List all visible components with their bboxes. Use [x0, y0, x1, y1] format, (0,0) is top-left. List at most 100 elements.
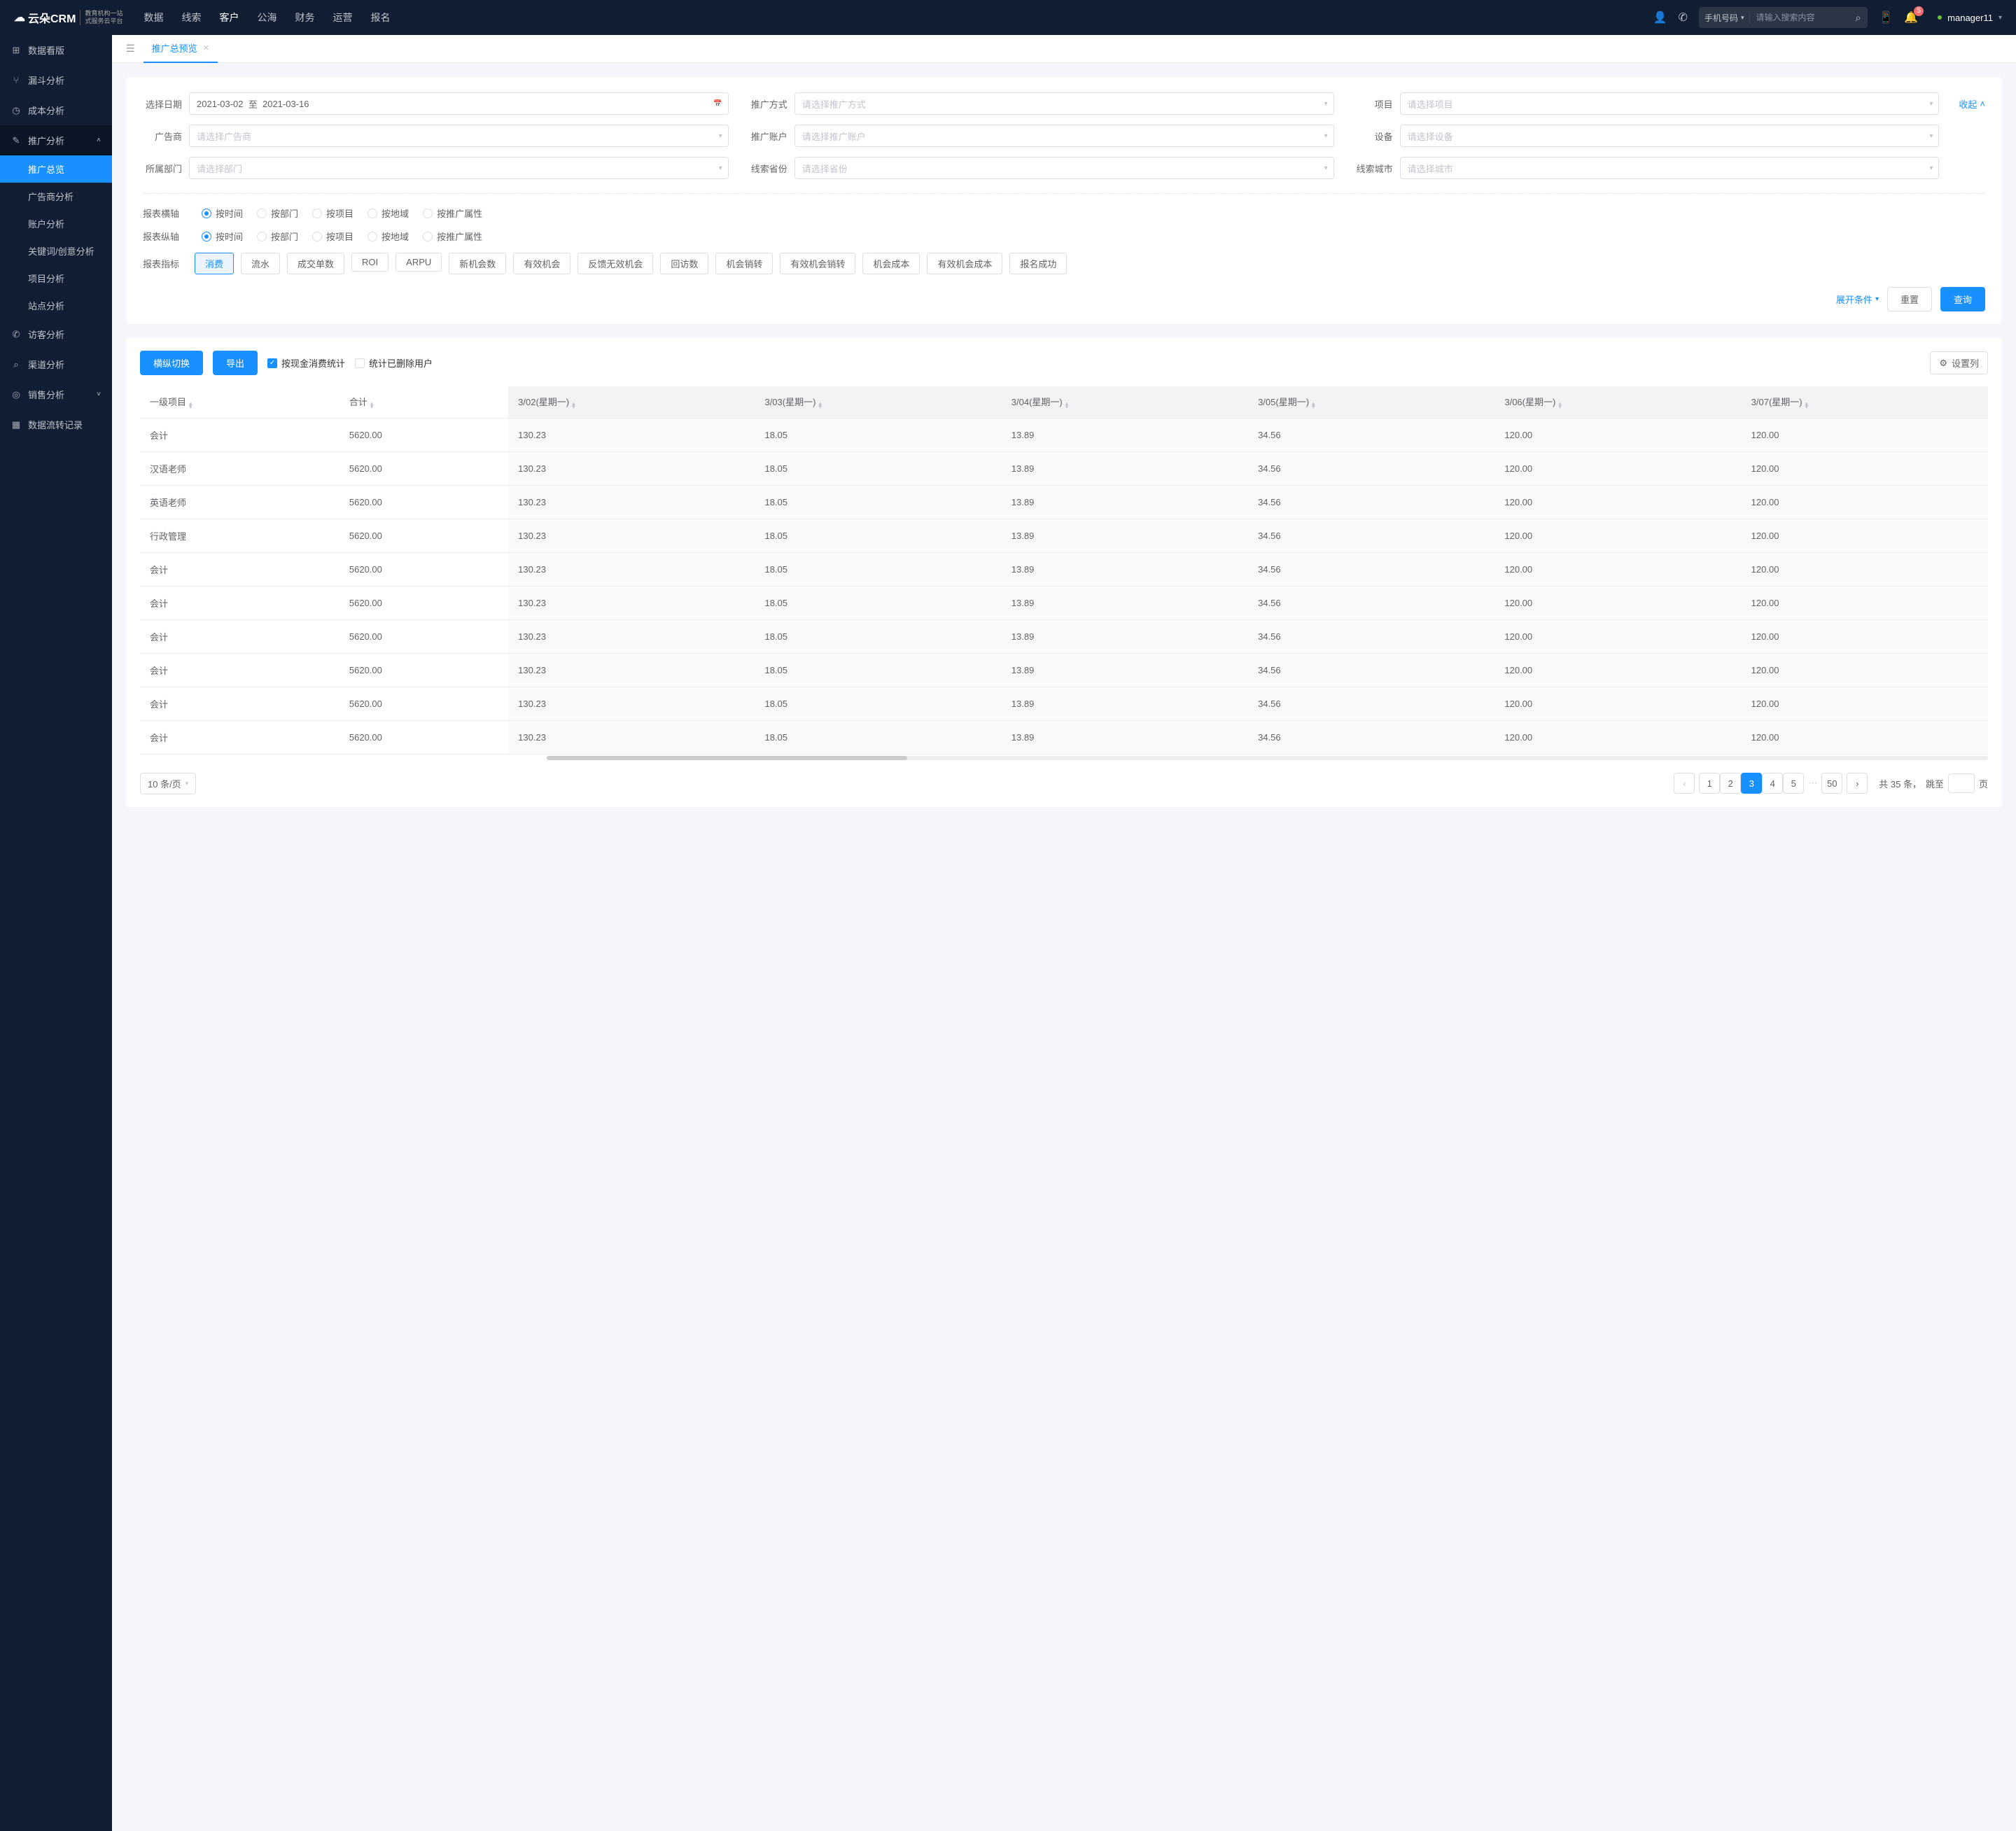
metric-tag[interactable]: 报名成功	[1009, 253, 1067, 274]
metric-tag[interactable]: 回访数	[660, 253, 708, 274]
table-header[interactable]: 一级项目▴▾	[140, 386, 340, 418]
sidebar-item[interactable]: ✎推广分析˄	[0, 125, 112, 155]
sidebar-item[interactable]: ⑂漏斗分析	[0, 65, 112, 95]
bell-icon[interactable]: 🔔5	[1904, 10, 1918, 24]
radio-option[interactable]: 按地域	[368, 206, 409, 220]
topnav-item[interactable]: 财务	[295, 10, 314, 24]
page-button[interactable]: 4	[1762, 773, 1783, 794]
sidebar-item-icon: ⌕	[11, 359, 21, 370]
table-header[interactable]: 3/04(星期一)▴▾	[1002, 386, 1248, 418]
search-icon[interactable]: ⌕	[1848, 12, 1868, 24]
radio-option[interactable]: 按推广属性	[423, 206, 482, 220]
page-button[interactable]: 2	[1720, 773, 1741, 794]
account-select[interactable]: 请选择推广账户▾	[794, 125, 1334, 147]
search-input[interactable]	[1750, 13, 1848, 22]
sidebar-item[interactable]: ▦数据流转记录	[0, 409, 112, 440]
sidebar-item[interactable]: ◎销售分析˅	[0, 379, 112, 409]
page-jump-input[interactable]	[1948, 773, 1975, 793]
table-cell: 5620.00	[340, 720, 508, 754]
table-cell: 34.56	[1248, 720, 1494, 754]
set-columns-button[interactable]: ⚙设置列	[1930, 351, 1988, 374]
radio-option[interactable]: 按推广属性	[423, 230, 482, 243]
collapse-link[interactable]: 收起 ˄	[1959, 97, 1985, 111]
deleted-checkbox[interactable]: 统计已删除用户	[355, 356, 433, 370]
page-last-button[interactable]: 50	[1821, 773, 1842, 794]
page-size-select[interactable]: 10 条/页▾	[140, 773, 196, 794]
reset-button[interactable]: 重置	[1887, 287, 1932, 311]
phone-icon[interactable]: ✆	[1679, 10, 1688, 24]
export-button[interactable]: 导出	[213, 351, 258, 375]
cash-checkbox[interactable]: ✓按现金消费统计	[267, 356, 345, 370]
metric-tag[interactable]: 消费	[195, 253, 234, 274]
page-button[interactable]: 5	[1783, 773, 1804, 794]
metric-tag[interactable]: 有效机会	[513, 253, 570, 274]
logo[interactable]: ☁ 云朵CRM 教育机构一站式服务云平台	[14, 9, 122, 26]
page-button[interactable]: 3	[1741, 773, 1762, 794]
table-row: 会计5620.00130.2318.0513.8934.56120.00120.…	[140, 586, 1988, 619]
expand-conditions-link[interactable]: 展开条件 ▾	[1836, 293, 1879, 306]
metric-tag[interactable]: 反馈无效机会	[578, 253, 653, 274]
table-header[interactable]: 3/05(星期一)▴▾	[1248, 386, 1494, 418]
hamburger-icon[interactable]: ☰	[118, 43, 144, 55]
topnav-item[interactable]: 报名	[370, 10, 390, 24]
switch-axis-button[interactable]: 横纵切换	[140, 351, 203, 375]
next-page-button[interactable]: ›	[1847, 773, 1868, 794]
table-header[interactable]: 合计▴▾	[340, 386, 508, 418]
sidebar-item[interactable]: ◷成本分析	[0, 95, 112, 125]
sidebar-sub-item[interactable]: 关键词/创意分析	[0, 237, 112, 265]
promo-method-select[interactable]: 请选择推广方式▾	[794, 92, 1334, 115]
user-menu[interactable]: manager11 ▾	[1938, 13, 2002, 23]
sidebar-sub-item[interactable]: 站点分析	[0, 292, 112, 319]
table-header[interactable]: 3/03(星期一)▴▾	[755, 386, 1001, 418]
topnav-item[interactable]: 运营	[332, 10, 352, 24]
y-axis-label: 报表纵轴	[143, 230, 188, 243]
table-header[interactable]: 3/02(星期一)▴▾	[508, 386, 755, 418]
topnav-item[interactable]: 数据	[144, 10, 163, 24]
sidebar-sub-item[interactable]: 推广总览	[0, 155, 112, 183]
metric-tag[interactable]: 流水	[241, 253, 280, 274]
radio-option[interactable]: 按部门	[257, 206, 298, 220]
topnav-item[interactable]: 线索	[181, 10, 201, 24]
metric-tag[interactable]: 机会成本	[862, 253, 920, 274]
radio-option[interactable]: 按地域	[368, 230, 409, 243]
advertiser-select[interactable]: 请选择广告商▾	[189, 125, 729, 147]
metric-tag[interactable]: ROI	[351, 253, 388, 272]
metric-tag[interactable]: 新机会数	[449, 253, 506, 274]
table-header[interactable]: 3/07(星期一)▴▾	[1742, 386, 1988, 418]
metric-tag[interactable]: ARPU	[396, 253, 442, 272]
metric-tag[interactable]: 有效机会销转	[780, 253, 855, 274]
date-range-picker[interactable]: 2021-03-02 至 2021-03-16 📅	[189, 92, 729, 115]
sidebar-sub-item[interactable]: 项目分析	[0, 265, 112, 292]
horizontal-scrollbar[interactable]	[547, 756, 1988, 760]
city-select[interactable]: 请选择城市▾	[1400, 157, 1940, 179]
dept-select[interactable]: 请选择部门▾	[189, 157, 729, 179]
project-select[interactable]: 请选择项目▾	[1400, 92, 1940, 115]
query-button[interactable]: 查询	[1940, 287, 1985, 311]
close-icon[interactable]: ✕	[203, 43, 209, 52]
sidebar-sub-item[interactable]: 广告商分析	[0, 183, 112, 210]
user-icon[interactable]: 👤	[1653, 10, 1667, 24]
device-select[interactable]: 请选择设备▾	[1400, 125, 1940, 147]
metric-tag[interactable]: 成交单数	[287, 253, 344, 274]
table-header[interactable]: 3/06(星期一)▴▾	[1494, 386, 1741, 418]
topnav-item[interactable]: 公海	[257, 10, 276, 24]
sidebar-sub-item[interactable]: 账户分析	[0, 210, 112, 237]
radio-option[interactable]: 按时间	[202, 230, 243, 243]
topnav-item[interactable]: 客户	[219, 10, 239, 24]
sidebar-item[interactable]: ⌕渠道分析	[0, 349, 112, 379]
radio-option[interactable]: 按部门	[257, 230, 298, 243]
mobile-icon[interactable]: 📱	[1879, 10, 1893, 24]
metric-tag[interactable]: 机会销转	[715, 253, 773, 274]
metric-tag[interactable]: 有效机会成本	[927, 253, 1002, 274]
sidebar-item[interactable]: ⊞数据看版	[0, 35, 112, 65]
search-type-select[interactable]: 手机号码▾	[1699, 12, 1751, 24]
radio-option[interactable]: 按时间	[202, 206, 243, 220]
x-axis-label: 报表横轴	[143, 206, 188, 220]
radio-option[interactable]: 按项目	[312, 206, 354, 220]
page-button[interactable]: 1	[1699, 773, 1720, 794]
sidebar-item[interactable]: ✆访客分析	[0, 319, 112, 349]
province-select[interactable]: 请选择省份▾	[794, 157, 1334, 179]
radio-option[interactable]: 按项目	[312, 230, 354, 243]
tab-active[interactable]: 推广总预览 ✕	[144, 35, 218, 63]
prev-page-button[interactable]: ‹	[1674, 773, 1695, 794]
